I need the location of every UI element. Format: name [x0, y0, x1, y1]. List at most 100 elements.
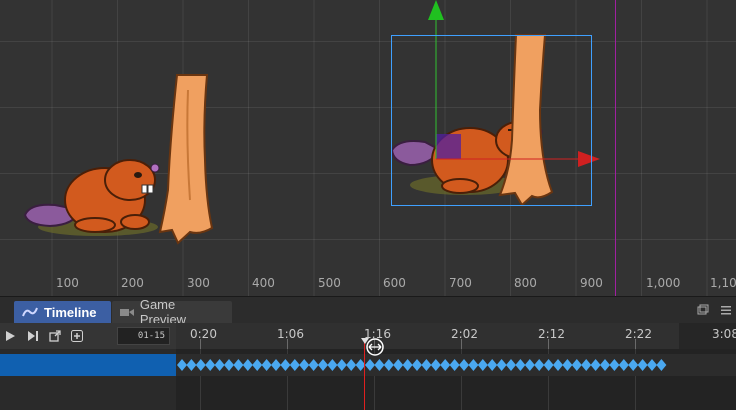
selection-bounding-box[interactable]: [391, 35, 592, 206]
tree-stump-sprite-left[interactable]: [158, 74, 214, 245]
ruler-label: 1,100: [710, 276, 736, 290]
timeline-track-area[interactable]: [176, 349, 736, 410]
step-forward-icon: [28, 331, 38, 341]
keyframe-diamond[interactable]: [214, 359, 225, 371]
ruler-label: 700: [449, 276, 472, 290]
ruler-tick: [461, 339, 462, 349]
keyframe-diamond[interactable]: [449, 359, 460, 371]
ruler-label: 800: [514, 276, 537, 290]
step-forward-button[interactable]: [22, 325, 44, 347]
keyframe-diamond[interactable]: [177, 359, 187, 371]
keyframe-diamond[interactable]: [496, 359, 507, 371]
panel-tab-bar: Timeline Game Preview: [0, 297, 736, 327]
ruler-label: 300: [187, 276, 210, 290]
keyframe-diamond[interactable]: [374, 359, 385, 371]
ruler-label: 200: [121, 276, 144, 290]
keyframe-diamond[interactable]: [618, 359, 629, 371]
keyframe-diamond[interactable]: [637, 359, 648, 371]
keyframe-diamond[interactable]: [430, 359, 441, 371]
keyframe-diamond[interactable]: [600, 359, 610, 371]
keyframe-diamond[interactable]: [581, 359, 592, 371]
keyframe-track[interactable]: [176, 354, 736, 376]
track-row-selected[interactable]: [0, 354, 176, 376]
maximize-icon[interactable]: [697, 304, 709, 316]
keyframe-diamond[interactable]: [195, 359, 206, 371]
ruler-tick: [287, 339, 288, 349]
keyframe-diamond[interactable]: [365, 359, 375, 371]
menu-icon[interactable]: [720, 304, 732, 316]
tab-game-preview[interactable]: Game Preview: [112, 297, 232, 327]
track-list: [0, 349, 176, 410]
keyframe-diamond[interactable]: [393, 359, 404, 371]
ruler-label: 1,000: [646, 276, 681, 290]
camera-bound-line: [615, 0, 616, 296]
keyframe-diamond[interactable]: [506, 359, 516, 371]
keyframe-diamond[interactable]: [318, 359, 328, 371]
tab-timeline-label: Timeline: [44, 304, 97, 320]
play-icon: [6, 331, 15, 341]
keyframe-diamond[interactable]: [346, 359, 357, 371]
keyframe-diamond[interactable]: [440, 359, 451, 371]
keyframe-diamond[interactable]: [261, 359, 272, 371]
keyframe-strip: [177, 359, 667, 371]
keyframe-diamond[interactable]: [571, 359, 582, 371]
keyframe-diamond[interactable]: [280, 359, 291, 371]
keyframe-diamond[interactable]: [553, 359, 563, 371]
keyframe-diamond[interactable]: [224, 359, 234, 371]
keyframe-diamond[interactable]: [534, 359, 545, 371]
ruler-tick: [635, 339, 636, 349]
timeline-ruler[interactable]: 0:20 1:06 1:16 2:02 2:12 2:22 3:08: [176, 323, 736, 349]
add-track-button[interactable]: [66, 325, 88, 347]
keyframe-diamond[interactable]: [421, 359, 432, 371]
keyframe-diamond[interactable]: [628, 359, 639, 371]
time-label: 1:06: [277, 327, 304, 341]
keyframe-diamond[interactable]: [205, 359, 216, 371]
ruler-label: 400: [252, 276, 275, 290]
keyframe-diamond[interactable]: [336, 359, 347, 371]
keyframe-diamond[interactable]: [459, 359, 469, 371]
keyframe-diamond[interactable]: [186, 359, 197, 371]
add-icon: [71, 330, 83, 342]
keyframe-diamond[interactable]: [609, 359, 620, 371]
keyframe-diamond[interactable]: [656, 359, 667, 371]
keyframe-diamond[interactable]: [299, 359, 310, 371]
keyframe-diamond[interactable]: [233, 359, 244, 371]
keyframe-diamond[interactable]: [271, 359, 281, 371]
scene-viewport[interactable]: 100 200 300 400 500 600 700 800 900 1,00…: [0, 0, 736, 296]
time-label: 2:02: [451, 327, 478, 341]
play-button[interactable]: [0, 325, 22, 347]
time-label: 2:22: [625, 327, 652, 341]
keyframe-diamond[interactable]: [252, 359, 263, 371]
frame-field[interactable]: 01-15: [117, 327, 170, 345]
keyframe-diamond[interactable]: [402, 359, 413, 371]
ruler-tick: [200, 339, 201, 349]
export-icon: [49, 330, 61, 342]
keyframe-diamond[interactable]: [289, 359, 300, 371]
keyframe-diamond[interactable]: [647, 359, 657, 371]
ruler-label: 500: [318, 276, 341, 290]
ruler-label: 100: [56, 276, 79, 290]
timeline-toolbar: 01-15: [0, 323, 176, 349]
scene-canvas: [23, 0, 600, 245]
ruler-label: 600: [383, 276, 406, 290]
export-button[interactable]: [44, 325, 66, 347]
tab-timeline[interactable]: Timeline: [14, 301, 111, 323]
keyframe-diamond[interactable]: [308, 359, 319, 371]
keyframe-diamond[interactable]: [515, 359, 526, 371]
beaver-sprite-left[interactable]: [23, 159, 160, 236]
keyframe-diamond[interactable]: [477, 359, 488, 371]
editor-window: 100 200 300 400 500 600 700 800 900 1,00…: [0, 0, 736, 410]
gizmo-y-arrow-icon[interactable]: [428, 0, 444, 20]
ruler-label: 900: [580, 276, 603, 290]
keyframe-diamond[interactable]: [590, 359, 601, 371]
keyframe-diamond[interactable]: [543, 359, 554, 371]
keyframe-diamond[interactable]: [562, 359, 573, 371]
time-label: 2:12: [538, 327, 565, 341]
keyframe-diamond[interactable]: [524, 359, 535, 371]
keyframe-diamond[interactable]: [412, 359, 422, 371]
keyframe-diamond[interactable]: [487, 359, 498, 371]
keyframe-diamond[interactable]: [383, 359, 394, 371]
keyframe-diamond[interactable]: [242, 359, 253, 371]
keyframe-diamond[interactable]: [468, 359, 479, 371]
keyframe-diamond[interactable]: [327, 359, 338, 371]
